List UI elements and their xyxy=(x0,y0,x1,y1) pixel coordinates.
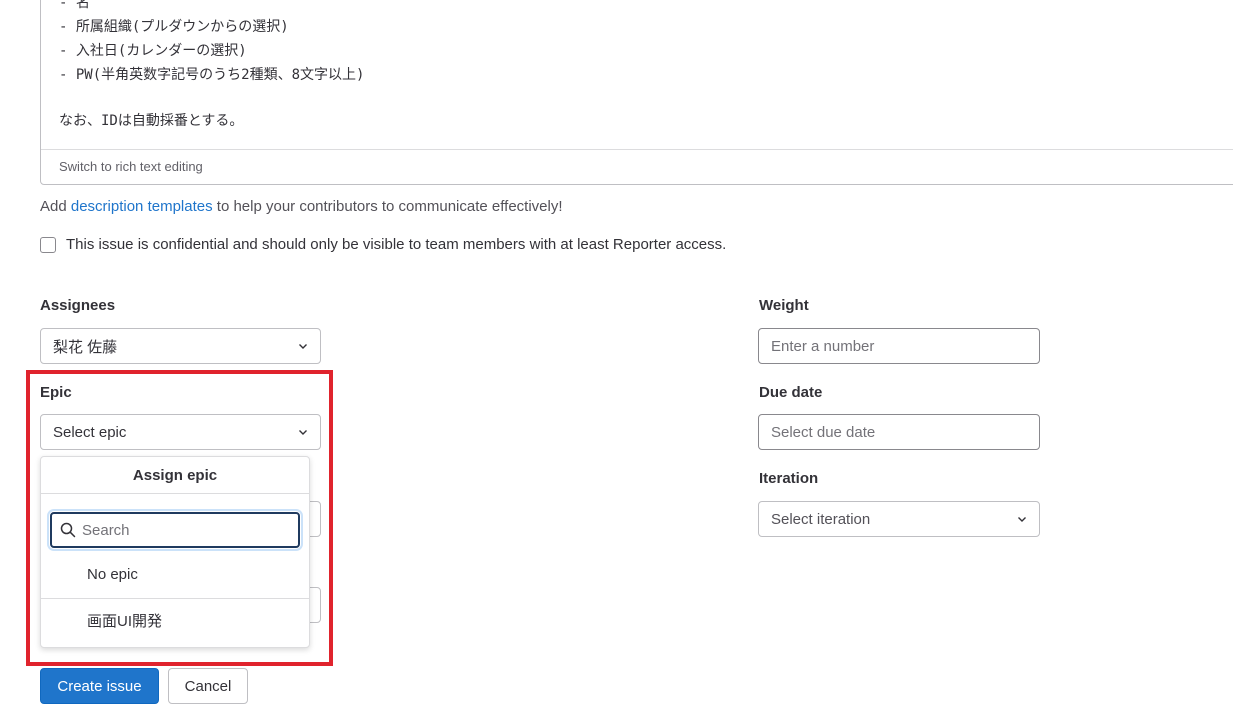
due-date-label: Due date xyxy=(759,384,823,401)
epic-value: Select epic xyxy=(53,423,127,441)
iteration-label: Iteration xyxy=(759,470,819,487)
editor-line: - PW(半角英数字記号のうち2種類、8文字以上) xyxy=(59,67,365,83)
chevron-down-icon xyxy=(299,430,307,435)
assignees-value: 梨花 佐藤 xyxy=(53,338,118,356)
epic-dropdown: Assign epic No epic 画面UI開発 xyxy=(40,456,310,648)
editor-footer: Switch to rich text editing xyxy=(41,149,1233,186)
weight-label: Weight xyxy=(759,297,809,314)
assignees-label: Assignees xyxy=(40,297,116,314)
due-date-input[interactable]: Select due date xyxy=(758,414,1040,450)
description-templates-hint: Add description templates to help your c… xyxy=(40,198,563,215)
iteration-select[interactable]: Select iteration xyxy=(758,501,1040,537)
iteration-value: Select iteration xyxy=(771,510,871,528)
hint-suffix: to help your contributors to communicate… xyxy=(212,198,563,215)
chevron-down-icon xyxy=(299,344,307,349)
assignees-select[interactable]: 梨花 佐藤 xyxy=(40,328,321,364)
dropdown-item-epic[interactable]: 画面UI開発 xyxy=(41,600,309,640)
confidential-option[interactable]: This issue is confidential and should on… xyxy=(40,236,726,253)
hint-prefix: Add xyxy=(40,198,71,215)
editor-content[interactable]: - 名 - 所属組織(プルダウンからの選択) - 入社日(カレンダーの選択) -… xyxy=(59,0,364,133)
cancel-button[interactable]: Cancel xyxy=(168,668,248,704)
epic-search-box[interactable] xyxy=(50,512,300,548)
due-date-placeholder: Select due date xyxy=(771,423,876,441)
editor-line: - 名 xyxy=(59,0,90,11)
epic-search-input[interactable] xyxy=(82,521,282,539)
editor-line: - 入社日(カレンダーの選択) xyxy=(59,43,247,59)
search-icon xyxy=(60,522,76,538)
description-editor[interactable]: - 名 - 所属組織(プルダウンからの選択) - 入社日(カレンダーの選択) -… xyxy=(40,0,1233,185)
dropdown-item-no-epic[interactable]: No epic xyxy=(41,554,309,594)
editor-line: なお、IDは自動採番とする。 xyxy=(59,113,244,129)
create-issue-button[interactable]: Create issue xyxy=(40,668,159,704)
confidential-checkbox[interactable] xyxy=(40,236,56,253)
editor-line: - 所属組織(プルダウンからの選択) xyxy=(59,19,289,35)
weight-input[interactable]: Enter a number xyxy=(758,328,1040,364)
confidential-label: This issue is confidential and should on… xyxy=(66,236,727,253)
description-templates-link[interactable]: description templates xyxy=(71,198,213,215)
dropdown-divider xyxy=(41,598,309,599)
weight-placeholder: Enter a number xyxy=(771,337,875,355)
dropdown-header: Assign epic xyxy=(41,457,309,494)
chevron-down-icon xyxy=(1018,517,1026,522)
switch-rich-text-button[interactable]: Switch to rich text editing xyxy=(59,159,203,174)
epic-label: Epic xyxy=(40,384,72,401)
epic-select[interactable]: Select epic xyxy=(40,414,321,450)
